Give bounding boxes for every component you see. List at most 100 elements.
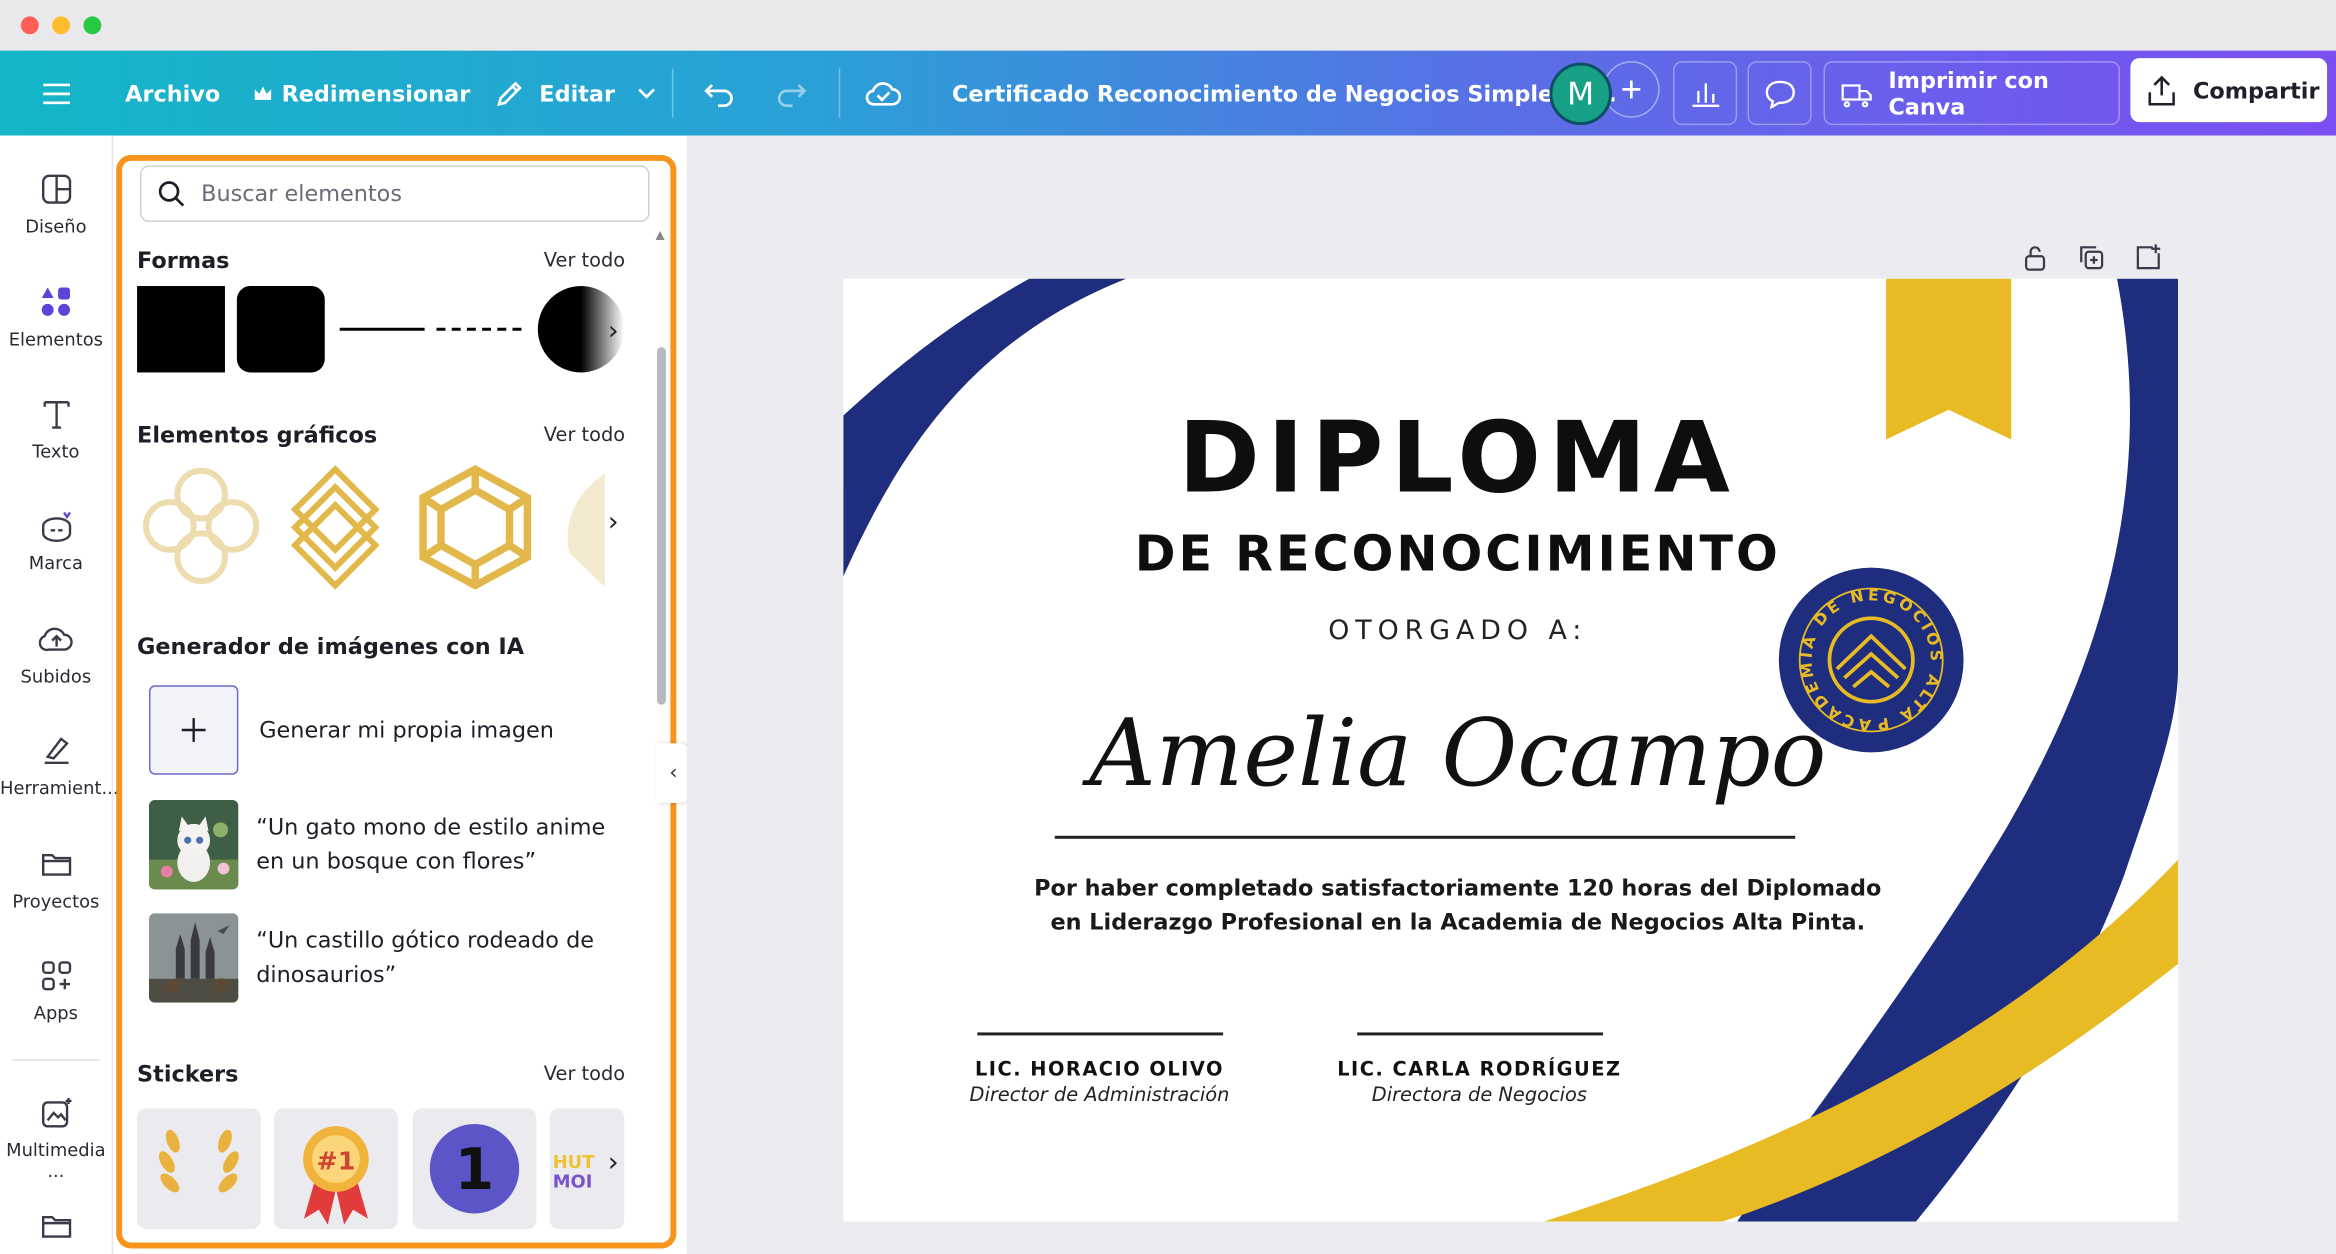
apps-icon	[41, 961, 71, 991]
share-upload-icon	[2148, 74, 2175, 105]
share-label: Compartir	[2192, 76, 2320, 104]
pencil-icon	[497, 80, 522, 106]
ai-prompt-line: “Un castillo gótico rodeado de	[256, 926, 595, 954]
ai-generate-own-image[interactable]: Generar mi propia imagen	[148, 685, 554, 775]
shape-square[interactable]	[137, 286, 225, 373]
duplicate-page-button[interactable]	[2077, 243, 2107, 279]
chevron-down-icon	[637, 87, 655, 98]
edit-button[interactable]: Editar	[495, 51, 657, 136]
nav-label: Marca	[28, 552, 83, 574]
print-with-canva-button[interactable]: Imprimir con Canva	[1823, 61, 2120, 126]
panel-scrollbar[interactable]: ▲	[656, 228, 666, 1241]
certificate-subtitle[interactable]: DE RECONOCIMIENTO	[873, 524, 2042, 582]
ai-prompt-line: “Un gato mono de estilo anime	[256, 813, 606, 841]
scroll-right-icon[interactable]: ›	[608, 316, 619, 347]
nav-label: Elementos	[8, 329, 104, 351]
plus-tile	[148, 685, 239, 775]
shape-rounded-square[interactable]	[236, 286, 325, 373]
scroll-right-icon[interactable]: ›	[608, 1147, 619, 1178]
nav-item-text[interactable]: Texto	[0, 396, 112, 462]
ai-prompt-castle[interactable]: “Un castillo gótico rodeado de dinosauri…	[148, 913, 595, 1003]
certificate-page[interactable]: ACADEMIA DE NEGOCIOS ALTA PINTA DIPLOMA …	[843, 278, 2179, 1222]
plus-icon	[1622, 80, 1641, 99]
crown-icon	[254, 85, 272, 100]
document-title[interactable]: Certificado Reconocimiento de Negocios S…	[952, 51, 1617, 136]
signer-2[interactable]: LIC. CARLA RODRÍGUEZ Directora de Negoci…	[1286, 1059, 1673, 1107]
user-avatar[interactable]: M	[1549, 62, 1612, 126]
share-button[interactable]: Compartir	[2130, 58, 2328, 123]
recipient-underline	[1054, 835, 1796, 839]
nav-item-projects[interactable]: Proyectos	[0, 846, 112, 912]
sticker-first-place-medal[interactable]: #1	[274, 1108, 398, 1230]
sticker-text: HUT	[552, 1151, 595, 1173]
nav-item-uploads[interactable]: Subidos	[0, 621, 112, 687]
nav-label: Texto	[32, 440, 80, 462]
minimize-window-button[interactable]	[52, 16, 71, 35]
elements-icon	[40, 287, 70, 316]
elements-panel: Buscar elementos Formas Ver todo › Eleme…	[116, 154, 677, 1249]
cloud-save-button[interactable]	[864, 51, 903, 136]
undo-icon	[704, 83, 733, 107]
search-box[interactable]: Buscar elementos	[140, 165, 650, 222]
nav-item-brand[interactable]: Marca	[0, 508, 112, 574]
lock-icon	[2025, 246, 2046, 271]
nav-item-tools[interactable]: Herramient...	[0, 733, 119, 799]
search-input[interactable]: Buscar elementos	[201, 180, 402, 207]
duplicate-icon	[2080, 246, 2104, 270]
file-menu-button[interactable]: Archivo	[125, 51, 220, 136]
menu-button[interactable]	[42, 51, 72, 136]
redo-button[interactable]	[775, 51, 808, 136]
brand-icon	[41, 511, 71, 542]
scroll-right-icon[interactable]: ›	[608, 507, 619, 538]
sticker-text: MOI	[552, 1170, 593, 1192]
medal-text: #1	[317, 1145, 356, 1175]
nav-item-design[interactable]: Diseño	[0, 171, 112, 237]
shape-solid-line[interactable]	[339, 327, 425, 331]
resize-button[interactable]: Redimensionar	[253, 51, 470, 136]
body-text-line-1[interactable]: Por haber completado satisfactoriamente …	[873, 875, 2042, 902]
comments-button[interactable]	[1747, 61, 1812, 126]
sticker-number-one[interactable]: 1	[412, 1108, 537, 1230]
see-all-shapes-link[interactable]: Ver todo	[544, 250, 625, 272]
graphic-gold-hexagon[interactable]	[414, 463, 536, 591]
recipient-name[interactable]: Amelia Ocampo	[873, 699, 2042, 808]
medal-icon: #1	[303, 1126, 369, 1225]
toolbar-divider	[671, 68, 674, 118]
resize-label: Redimensionar	[281, 79, 471, 107]
shape-dashed-line[interactable]	[436, 327, 522, 331]
media-icon	[41, 1097, 71, 1128]
add-page-button[interactable]	[2133, 243, 2163, 279]
comment-icon	[1764, 80, 1795, 109]
awarded-to-label[interactable]: OTORGADO A:	[873, 615, 2042, 646]
nav-item-media[interactable]: Multimedia ...	[0, 1095, 112, 1181]
see-all-stickers-link[interactable]: Ver todo	[544, 1064, 625, 1086]
nav-item-more[interactable]	[0, 1208, 112, 1253]
certificate-title[interactable]: DIPLOMA	[873, 401, 2042, 516]
cloud-check-icon	[865, 81, 902, 105]
see-all-graphics-link[interactable]: Ver todo	[544, 425, 625, 447]
edit-label: Editar	[539, 79, 616, 107]
graphic-gold-diamonds[interactable]	[289, 463, 381, 591]
body-text-line-2[interactable]: en Liderazgo Profesional en la Academia …	[873, 909, 2042, 936]
print-label: Imprimir con Canva	[1888, 66, 2049, 120]
signer-1[interactable]: LIC. HORACIO OLIVO Director de Administr…	[906, 1059, 1293, 1107]
scrollbar-thumb[interactable]	[657, 347, 666, 705]
ai-prompt-cat[interactable]: “Un gato mono de estilo anime en un bosq…	[148, 800, 606, 890]
close-window-button[interactable]	[20, 16, 39, 35]
sticker-laurel[interactable]	[137, 1108, 261, 1230]
lock-button[interactable]	[2020, 243, 2050, 279]
nav-divider	[11, 1059, 100, 1061]
insights-button[interactable]	[1673, 61, 1738, 126]
nav-item-elements[interactable]: Elementos	[0, 285, 112, 351]
scroll-up-arrow[interactable]: ▲	[656, 228, 665, 241]
section-title-graphics: Elementos gráficos	[137, 421, 378, 449]
graphic-floral-knot[interactable]	[137, 462, 265, 590]
text-icon	[42, 401, 69, 429]
maximize-window-button[interactable]	[83, 16, 102, 35]
upload-cloud-icon	[37, 627, 72, 652]
undo-button[interactable]	[703, 51, 736, 136]
number-text: 1	[455, 1137, 494, 1203]
folder-icon	[41, 1215, 71, 1238]
nav-label: Apps	[33, 1002, 78, 1024]
nav-item-apps[interactable]: Apps	[0, 958, 112, 1024]
